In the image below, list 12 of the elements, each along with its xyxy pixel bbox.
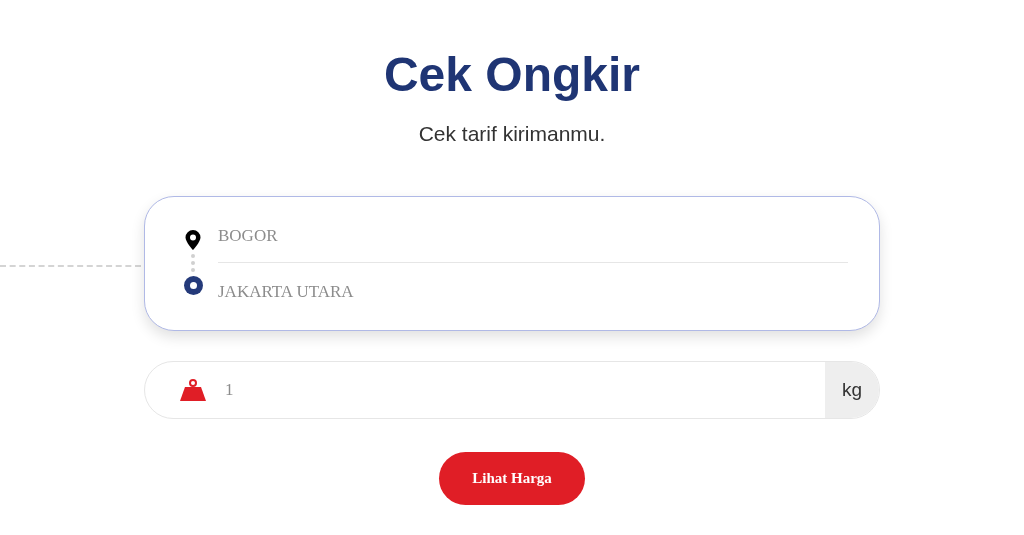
weight-input-group[interactable]: 1 kg [144, 361, 880, 419]
page-subtitle: Cek tarif kirimanmu. [418, 121, 606, 147]
destination-field[interactable]: JAKARTA UTARA [218, 282, 848, 302]
destination-dot-icon [183, 276, 203, 295]
weight-icon [179, 379, 207, 401]
check-price-button[interactable]: Lihat Harga [439, 452, 585, 505]
page-title: Cek Ongkir [383, 47, 641, 103]
weight-field[interactable]: 1 [225, 362, 825, 418]
unit-label: kg [825, 362, 879, 418]
origin-field[interactable]: BOGOR [218, 225, 848, 246]
route-dots-icon [191, 254, 195, 272]
location-pin-icon [185, 230, 201, 250]
